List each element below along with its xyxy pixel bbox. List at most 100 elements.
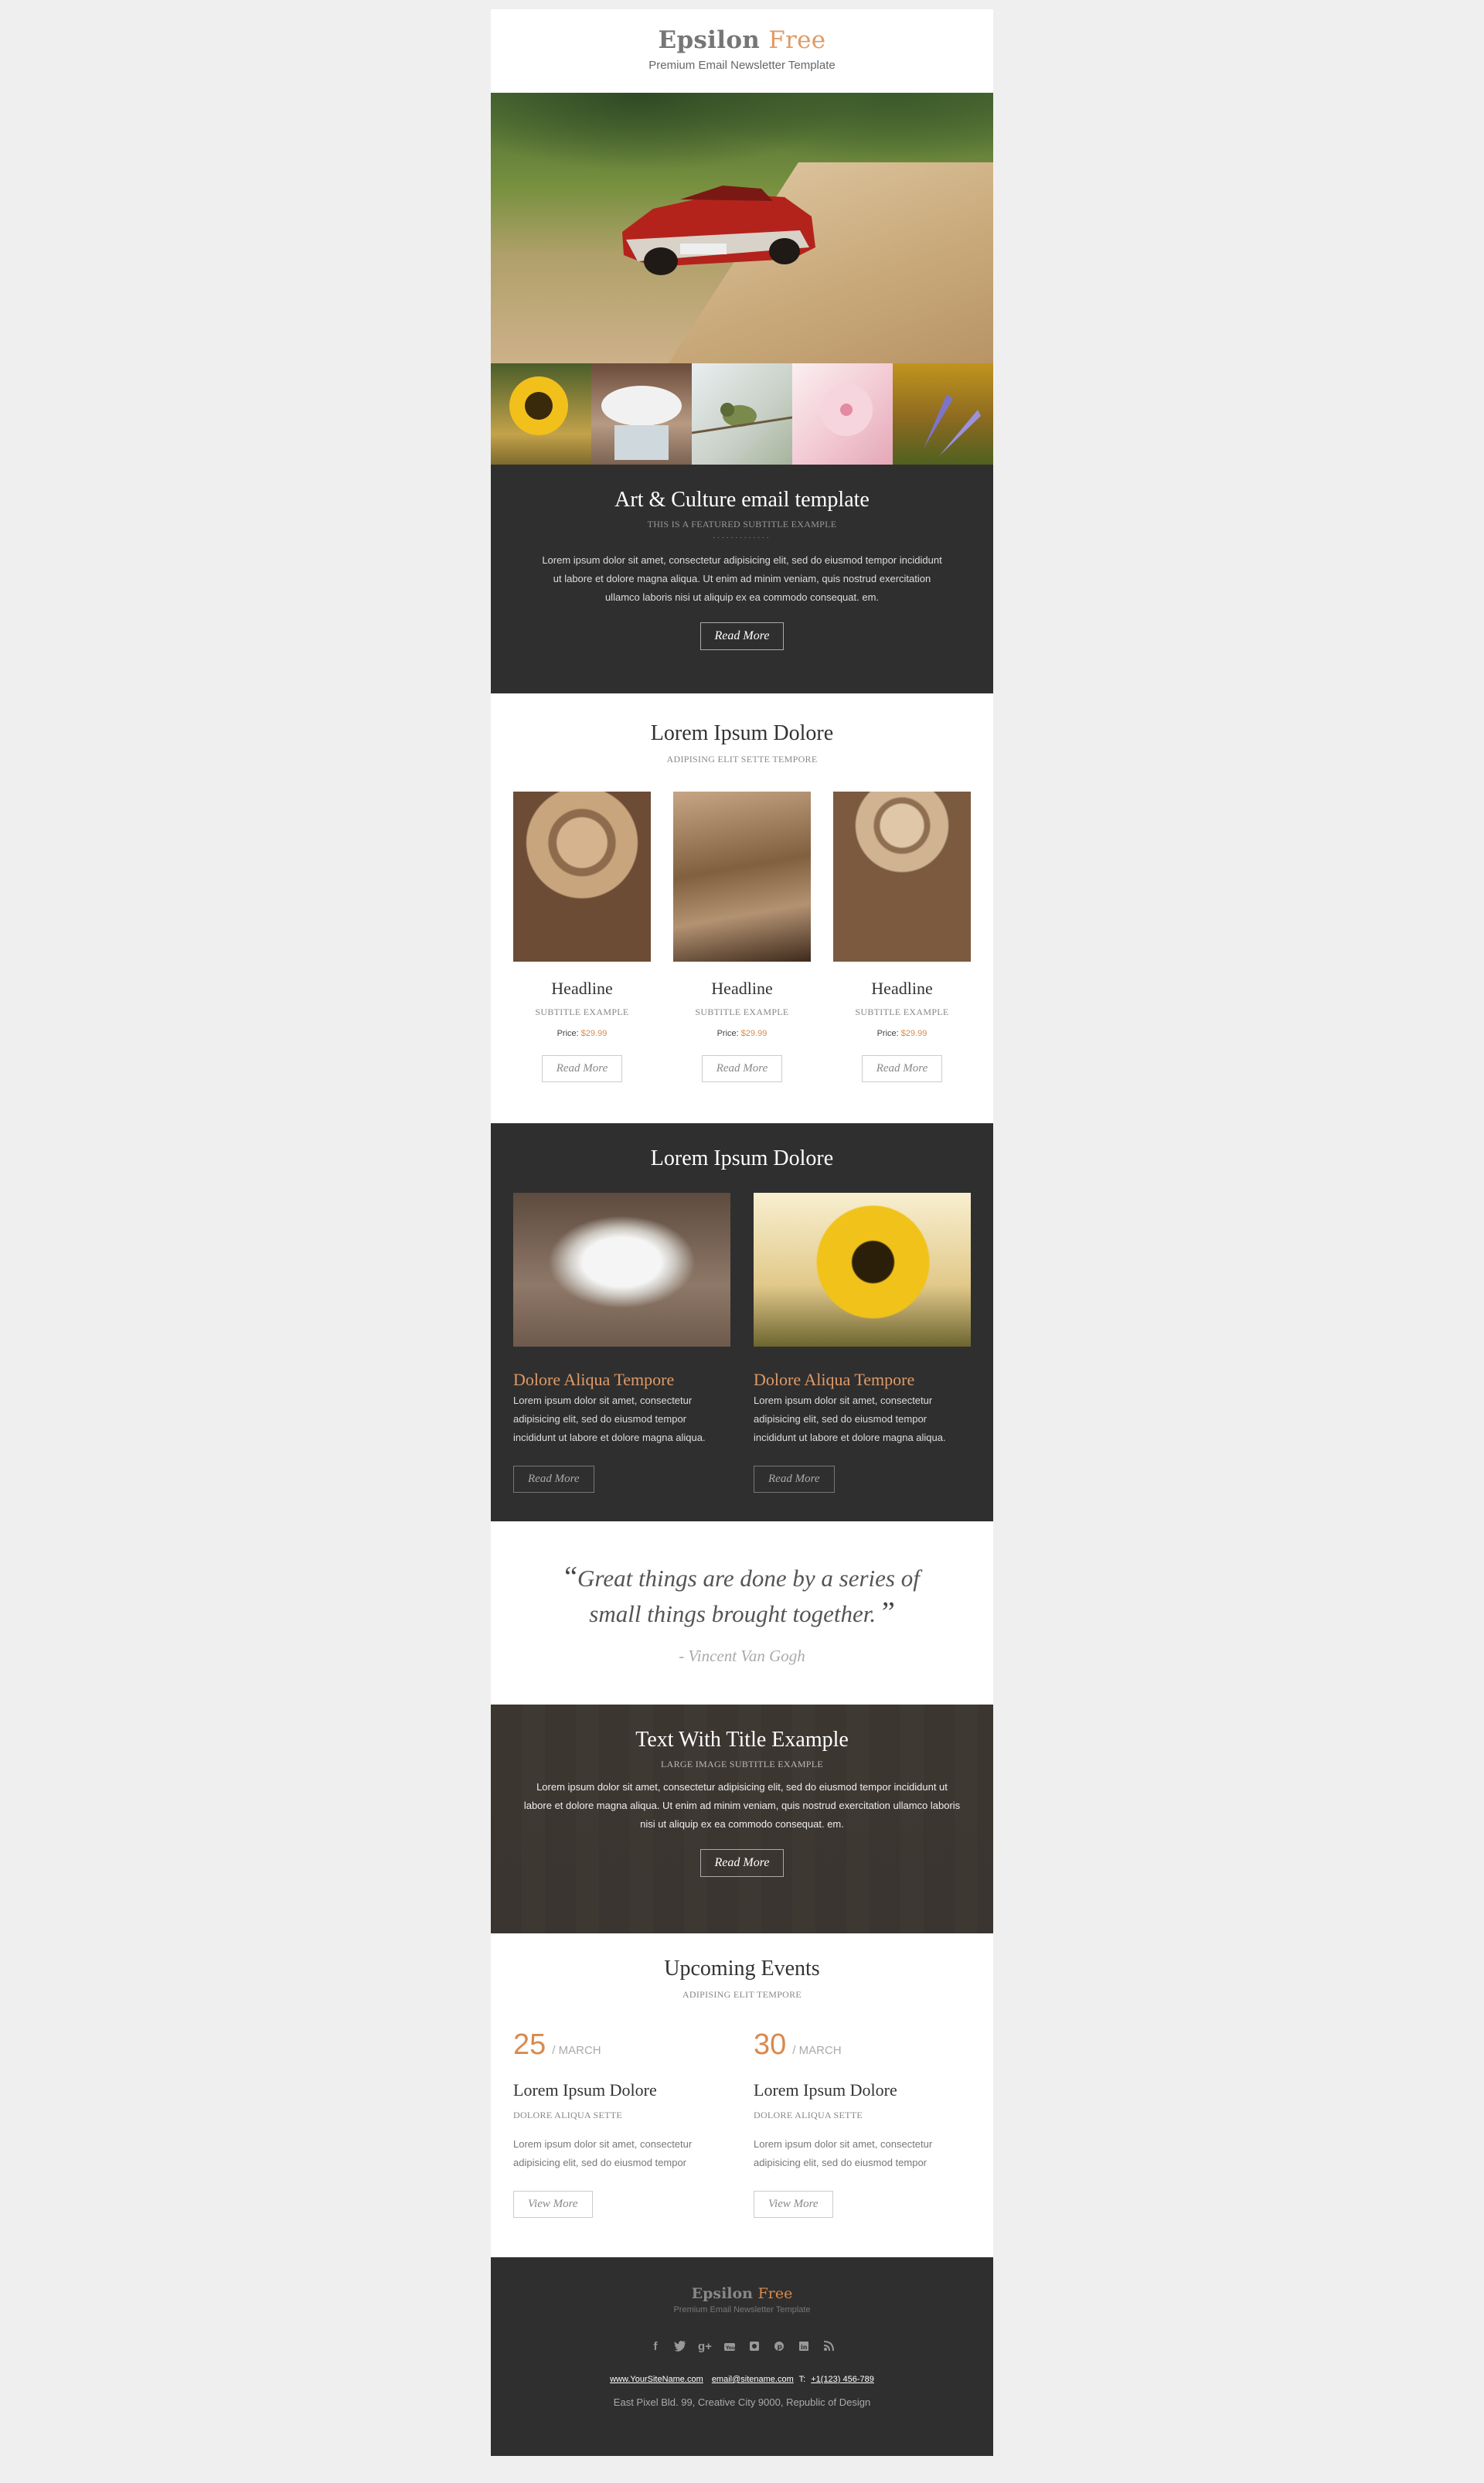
event-title[interactable]: Lorem Ipsum Dolore: [754, 2080, 971, 2100]
linkedin-icon[interactable]: in: [795, 2338, 812, 2355]
events-section: Upcoming Events ADIPISING ELIT TEMPORE 2…: [491, 1933, 993, 2257]
price-label: Price:: [876, 1029, 899, 1038]
two-col-title: Lorem Ipsum Dolore: [650, 1146, 834, 1170]
youtube-icon[interactable]: You: [721, 2338, 738, 2355]
product-price: Price: $29.99: [513, 1029, 651, 1038]
quote-close-mark: ”: [881, 1596, 895, 1629]
svg-text:You: You: [725, 2345, 735, 2351]
three-col-title: Lorem Ipsum Dolore: [650, 721, 834, 745]
event-text: Lorem ipsum dolor sit amet, consectetur …: [754, 2138, 933, 2168]
article-text: Lorem ipsum dolor sit amet, consectetur …: [754, 1395, 946, 1443]
article-title[interactable]: Dolore Aliqua Tempore: [513, 1370, 730, 1390]
daisies-bucket-image[interactable]: [513, 1193, 730, 1347]
product-read-more-button[interactable]: Read More: [701, 1055, 783, 1082]
event-month: / MARCH: [792, 2044, 842, 2057]
event-title[interactable]: Lorem Ipsum Dolore: [513, 2080, 730, 2100]
svg-text:p: p: [778, 2344, 783, 2352]
email-footer: Epsilon Free Premium Email Newsletter Te…: [491, 2257, 993, 2456]
facebook-icon[interactable]: f: [647, 2338, 664, 2355]
product-card: Headline SUBTITLE EXAMPLE Price: $29.99 …: [513, 792, 651, 1082]
featured-read-more-button[interactable]: Read More: [699, 622, 785, 650]
quote-body: Great things are done by a series of sma…: [577, 1565, 920, 1627]
image-text-body: Lorem ipsum dolor sit amet, consectetur …: [523, 1781, 961, 1830]
image-text-read-more-button[interactable]: Read More: [699, 1849, 785, 1877]
pinterest-icon[interactable]: p: [771, 2338, 788, 2355]
product-card: Headline SUBTITLE EXAMPLE Price: $29.99 …: [673, 792, 811, 1082]
product-subtitle: SUBTITLE EXAMPLE: [535, 1006, 629, 1017]
red-car-image: [622, 186, 815, 275]
product-price: Price: $29.99: [833, 1029, 971, 1038]
event-card: 30 / MARCH Lorem Ipsum Dolore DOLORE ALIQ…: [754, 2028, 971, 2218]
quote-author: - Vincent Van Gogh: [679, 1647, 805, 1665]
event-subtitle: DOLORE ALIQUA SETTE: [754, 2110, 863, 2120]
event-date: 25 / MARCH: [513, 2028, 730, 2062]
rss-icon[interactable]: [820, 2338, 837, 2355]
email-header: Epsilon Free Premium Email Newsletter Te…: [491, 9, 993, 93]
daisies-graphic: [601, 386, 682, 460]
event-text: Lorem ipsum dolor sit amet, consectetur …: [513, 2138, 693, 2168]
article-read-more-button[interactable]: Read More: [754, 1466, 835, 1493]
bird-graphic: [692, 403, 792, 434]
footer-logo[interactable]: Epsilon Free: [491, 2285, 993, 2302]
phone-label: T:: [798, 2375, 806, 2384]
google-plus-icon[interactable]: g+: [696, 2338, 713, 2355]
event-day: 30: [754, 2028, 787, 2061]
thumb-daisies: [591, 363, 692, 465]
event-month: / MARCH: [552, 2044, 601, 2057]
footer-logo-accent: Free: [757, 2285, 793, 2302]
event-date: 30 / MARCH: [754, 2028, 971, 2062]
product-title: Headline: [551, 979, 613, 998]
logo-accent: Free: [768, 26, 826, 54]
events-title: Upcoming Events: [664, 1957, 820, 1981]
product-read-more-button[interactable]: Read More: [541, 1055, 623, 1082]
footer-logo-main: Epsilon: [691, 2285, 753, 2302]
logo[interactable]: Epsilon Free: [491, 26, 993, 54]
price-label: Price:: [716, 1029, 739, 1038]
quote-open-mark: “: [564, 1561, 578, 1593]
sunflower-image[interactable]: [754, 1193, 971, 1347]
phone-link[interactable]: +1(123) 456-789: [811, 2375, 874, 2384]
footer-contact-links: www.YourSiteName.com email@sitename.com …: [491, 2375, 993, 2384]
event-view-more-button[interactable]: View More: [754, 2191, 833, 2218]
article-text: Lorem ipsum dolor sit amet, consectetur …: [513, 1395, 706, 1443]
image-text-subtitle: LARGE IMAGE SUBTITLE EXAMPLE: [660, 1759, 824, 1769]
article-card: Dolore Aliqua Tempore Lorem ipsum dolor …: [513, 1193, 730, 1493]
social-links: f g+ You p in: [491, 2338, 993, 2355]
price-value: $29.99: [580, 1029, 608, 1038]
price-label: Price:: [556, 1029, 579, 1038]
three-col-subtitle: ADIPISING ELIT SETTE TEMPORE: [666, 754, 818, 765]
product-subtitle: SUBTITLE EXAMPLE: [695, 1006, 789, 1017]
three-column-section: Lorem Ipsum Dolore ADIPISING ELIT SETTE …: [491, 693, 993, 1123]
product-read-more-button[interactable]: Read More: [861, 1055, 943, 1082]
cathedral-facade-image[interactable]: [673, 792, 811, 962]
cathedral-gable-image[interactable]: [833, 792, 971, 962]
blossom-graphic: [820, 383, 873, 436]
price-value: $29.99: [900, 1029, 928, 1038]
event-subtitle: DOLORE ALIQUA SETTE: [513, 2110, 623, 2120]
featured-subtitle: THIS IS A FEATURED SUBTITLE EXAMPLE: [647, 519, 837, 530]
price-value: $29.99: [740, 1029, 768, 1038]
product-subtitle: SUBTITLE EXAMPLE: [855, 1006, 949, 1017]
thumb-blossom: [792, 363, 893, 465]
footer-tagline: Premium Email Newsletter Template: [673, 2305, 811, 2314]
thumb-sunflower: [491, 363, 591, 465]
hero-image-red-car: [491, 93, 993, 363]
logo-main: Epsilon: [658, 26, 761, 54]
twitter-icon[interactable]: [672, 2338, 689, 2355]
featured-section: Art & Culture email template THIS IS A F…: [491, 465, 993, 693]
email-link[interactable]: email@sitename.com: [712, 2375, 794, 2384]
article-read-more-button[interactable]: Read More: [513, 1466, 594, 1493]
thumbnail-strip: [491, 363, 993, 465]
events-subtitle: ADIPISING ELIT TEMPORE: [682, 1989, 802, 2000]
product-title: Headline: [711, 979, 773, 998]
thumb-blue-flower: [893, 363, 993, 465]
product-price: Price: $29.99: [673, 1029, 811, 1038]
article-title[interactable]: Dolore Aliqua Tempore: [754, 1370, 971, 1390]
event-view-more-button[interactable]: View More: [513, 2191, 593, 2218]
blue-flower-graphic: [924, 394, 981, 456]
website-link[interactable]: www.YourSiteName.com: [610, 2375, 703, 2384]
instagram-icon[interactable]: [746, 2338, 763, 2355]
sunflower-graphic: [509, 376, 568, 435]
email-container: Epsilon Free Premium Email Newsletter Te…: [491, 9, 993, 2456]
cathedral-rose-window-image[interactable]: [513, 792, 651, 962]
